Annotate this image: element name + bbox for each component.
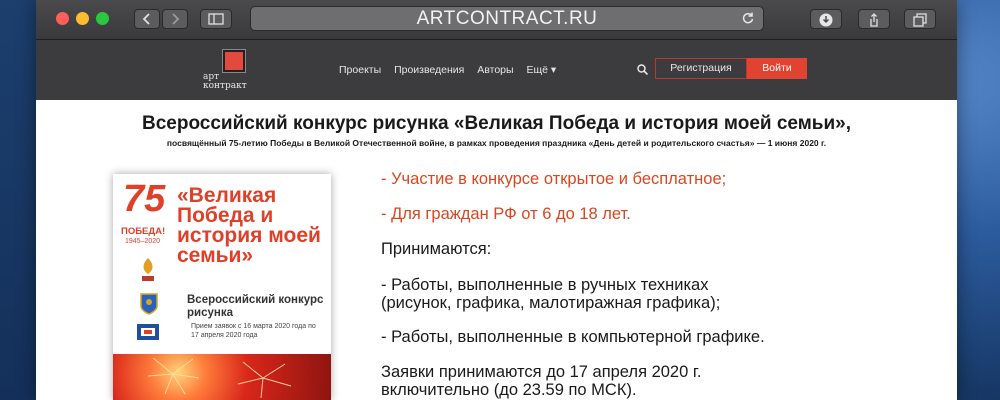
poster-dates: Прием заявок с 16 марта 2020 года по 17 … (191, 323, 316, 339)
site-logo[interactable]: арт контракт (201, 50, 251, 91)
info-works-digital: - Работы, выполненные в компьютерной гра… (381, 328, 765, 346)
minimize-window-button[interactable] (76, 12, 89, 25)
register-button[interactable]: Регистрация (655, 58, 747, 79)
logo-text-bottom: контракт (203, 81, 247, 91)
main-nav: Проекты Произведения Авторы Ещё ▾ (339, 64, 566, 76)
logo-square-icon (223, 50, 245, 72)
tabs-icon (913, 13, 927, 27)
info-age-range: - Для граждан РФ от 6 до 18 лет. (381, 205, 631, 223)
nav-projects[interactable]: Проекты (339, 64, 381, 76)
sidebar-button[interactable] (200, 9, 232, 29)
page-subtitle: посвящённый 75-летию Победы в Великой От… (166, 138, 827, 148)
nav-more[interactable]: Ещё ▾ (526, 64, 556, 76)
info-works-manual-1: - Работы, выполненные в ручных техниках (381, 276, 709, 294)
partner-logo-icon (137, 324, 159, 340)
poster-title: «Великая Победа и история моей семьи» (177, 184, 321, 267)
site-header: арт контракт Проекты Произведения Авторы… (36, 40, 957, 100)
forward-button[interactable] (162, 9, 188, 29)
browser-toolbar: ARTCONTRACT.RU (36, 0, 957, 40)
fireworks-image (113, 354, 331, 400)
poster-subtitle: Всероссийский конкурс рисунка (187, 294, 324, 319)
sidebar-icon (208, 13, 224, 25)
page-title: Всероссийский конкурс рисунка «Великая П… (141, 113, 851, 134)
chevron-left-icon (142, 13, 150, 25)
back-button[interactable] (134, 9, 160, 29)
chevron-right-icon (172, 13, 180, 25)
info-deadline-1: Заявки принимаются до 17 апреля 2020 г. (381, 363, 702, 381)
download-icon (819, 13, 833, 27)
poster-75: 75 (123, 178, 166, 220)
browser-window: ARTCONTRACT.RU арт контракт Проекты Прои… (36, 0, 957, 400)
share-icon (870, 13, 878, 27)
search-icon[interactable] (637, 64, 648, 75)
reload-icon[interactable] (741, 11, 755, 25)
tabs-button[interactable] (904, 9, 936, 29)
zoom-window-button[interactable] (96, 12, 109, 25)
poster-years: 1945–2020 (125, 238, 161, 245)
info-works-manual-2: (рисунок, графика, малотиражная графика)… (381, 294, 721, 312)
nav-authors[interactable]: Авторы (477, 64, 513, 76)
address-bar[interactable]: ARTCONTRACT.RU (250, 6, 764, 31)
coat-of-arms-icon (140, 293, 158, 315)
contest-poster: 75 ПОБЕДА! 1945–2020 «Великая Победа и и… (113, 174, 331, 400)
poster-pobedy: ПОБЕДА! (121, 226, 166, 237)
close-window-button[interactable] (56, 12, 69, 25)
address-text: ARTCONTRACT.RU (416, 8, 598, 29)
downloads-button[interactable] (810, 9, 842, 29)
info-accepted-heading: Принимаются: (381, 240, 492, 258)
info-open-participation: - Участие в конкурсе открытое и бесплатн… (381, 170, 727, 188)
fireworks-icon (147, 357, 292, 399)
info-deadline-2: включительно (до 23.59 по МСК). (381, 381, 637, 399)
desktop-background (0, 0, 36, 400)
emblem-aip-icon (142, 258, 154, 281)
nav-works[interactable]: Произведения (394, 64, 464, 76)
share-button[interactable] (858, 9, 890, 29)
login-button[interactable]: Войти (747, 58, 807, 79)
